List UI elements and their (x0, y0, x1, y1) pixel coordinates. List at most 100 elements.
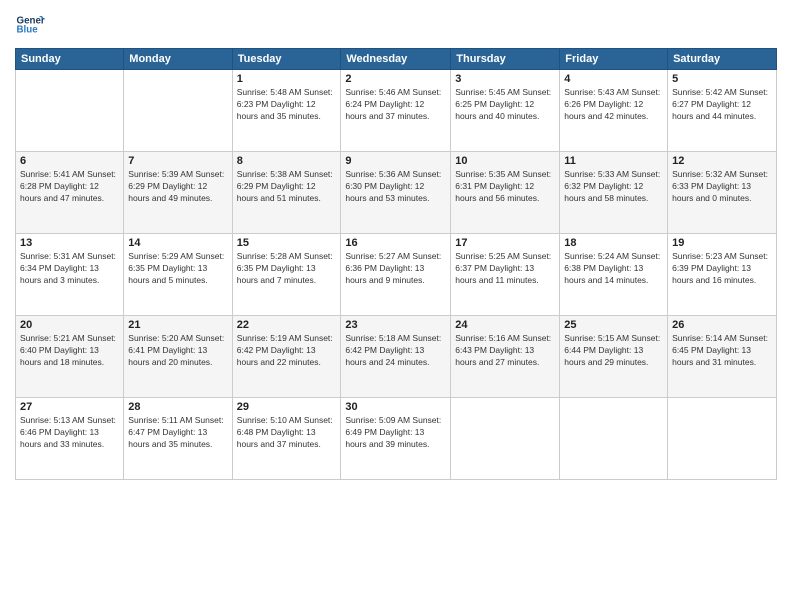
calendar-cell: 30 Sunrise: 5:09 AM Sunset: 6:49 PM Dayli… (341, 398, 451, 480)
logo-icon: General Blue (15, 10, 45, 40)
page: General Blue SundayMondayTuesdayWednesda… (0, 0, 792, 612)
calendar-cell: 15 Sunrise: 5:28 AM Sunset: 6:35 PM Dayli… (232, 234, 341, 316)
day-of-week-header: Monday (124, 49, 232, 70)
calendar-cell: 6Sunrise: 5:41 AM Sunset: 6:28 PM Daylig… (16, 152, 124, 234)
day-number: 2 (345, 73, 446, 85)
svg-text:Blue: Blue (17, 25, 39, 36)
day-info: Sunrise: 5:10 AM Sunset: 6:48 PM Dayligh… (237, 415, 337, 451)
calendar-cell: 13Sunrise: 5:31 AM Sunset: 6:34 PM Dayli… (16, 234, 124, 316)
day-number: 4 (564, 73, 663, 85)
calendar-cell (560, 398, 668, 480)
day-number: 21 (128, 319, 227, 331)
calendar-cell (124, 70, 232, 152)
day-number: 13 (20, 237, 119, 249)
day-info: Sunrise: 5:13 AM Sunset: 6:46 PM Dayligh… (20, 415, 119, 451)
calendar-cell: 29 Sunrise: 5:10 AM Sunset: 6:48 PM Dayli… (232, 398, 341, 480)
day-number: 9 (345, 155, 446, 167)
calendar-week-row: 13Sunrise: 5:31 AM Sunset: 6:34 PM Dayli… (16, 234, 777, 316)
calendar-cell: 23Sunrise: 5:18 AM Sunset: 6:42 PM Dayli… (341, 316, 451, 398)
calendar-cell (451, 398, 560, 480)
day-number: 28 (128, 401, 227, 413)
day-number: 30 (345, 401, 446, 413)
calendar-cell: 19 Sunrise: 5:23 AM Sunset: 6:39 PM Dayli… (668, 234, 777, 316)
day-of-week-header: Tuesday (232, 49, 341, 70)
day-info: Sunrise: 5:19 AM Sunset: 6:42 PM Dayligh… (237, 333, 337, 369)
calendar-cell: 21 Sunrise: 5:20 AM Sunset: 6:41 PM Dayli… (124, 316, 232, 398)
calendar-cell: 14Sunrise: 5:29 AM Sunset: 6:35 PM Dayli… (124, 234, 232, 316)
calendar-week-row: 20Sunrise: 5:21 AM Sunset: 6:40 PM Dayli… (16, 316, 777, 398)
day-info: Sunrise: 5:43 AM Sunset: 6:26 PM Dayligh… (564, 87, 663, 123)
day-number: 3 (455, 73, 555, 85)
day-number: 29 (237, 401, 337, 413)
header: General Blue (15, 10, 777, 40)
logo: General Blue (15, 10, 45, 40)
day-number: 17 (455, 237, 555, 249)
calendar-cell: 11 Sunrise: 5:33 AM Sunset: 6:32 PM Dayli… (560, 152, 668, 234)
day-info: Sunrise: 5:36 AM Sunset: 6:30 PM Dayligh… (345, 169, 446, 205)
day-number: 22 (237, 319, 337, 331)
calendar-cell: 16Sunrise: 5:27 AM Sunset: 6:36 PM Dayli… (341, 234, 451, 316)
calendar-cell: 7 Sunrise: 5:39 AM Sunset: 6:29 PM Daylig… (124, 152, 232, 234)
day-number: 18 (564, 237, 663, 249)
day-info: Sunrise: 5:33 AM Sunset: 6:32 PM Dayligh… (564, 169, 663, 205)
calendar-cell: 12 Sunrise: 5:32 AM Sunset: 6:33 PM Dayli… (668, 152, 777, 234)
day-number: 6 (20, 155, 119, 167)
day-info: Sunrise: 5:48 AM Sunset: 6:23 PM Dayligh… (237, 87, 337, 123)
day-info: Sunrise: 5:24 AM Sunset: 6:38 PM Dayligh… (564, 251, 663, 287)
day-info: Sunrise: 5:11 AM Sunset: 6:47 PM Dayligh… (128, 415, 227, 451)
calendar-cell: 25 Sunrise: 5:15 AM Sunset: 6:44 PM Dayli… (560, 316, 668, 398)
calendar-cell: 26 Sunrise: 5:14 AM Sunset: 6:45 PM Dayli… (668, 316, 777, 398)
calendar-header-row: SundayMondayTuesdayWednesdayThursdayFrid… (16, 49, 777, 70)
day-info: Sunrise: 5:09 AM Sunset: 6:49 PM Dayligh… (345, 415, 446, 451)
calendar-cell: 4 Sunrise: 5:43 AM Sunset: 6:26 PM Daylig… (560, 70, 668, 152)
calendar-cell: 20Sunrise: 5:21 AM Sunset: 6:40 PM Dayli… (16, 316, 124, 398)
day-number: 16 (345, 237, 446, 249)
day-info: Sunrise: 5:35 AM Sunset: 6:31 PM Dayligh… (455, 169, 555, 205)
day-number: 25 (564, 319, 663, 331)
day-info: Sunrise: 5:46 AM Sunset: 6:24 PM Dayligh… (345, 87, 446, 123)
calendar-cell: 22 Sunrise: 5:19 AM Sunset: 6:42 PM Dayli… (232, 316, 341, 398)
day-of-week-header: Friday (560, 49, 668, 70)
day-number: 7 (128, 155, 227, 167)
day-number: 11 (564, 155, 663, 167)
calendar-week-row: 27 Sunrise: 5:13 AM Sunset: 6:46 PM Dayli… (16, 398, 777, 480)
day-of-week-header: Saturday (668, 49, 777, 70)
calendar-cell: 3 Sunrise: 5:45 AM Sunset: 6:25 PM Daylig… (451, 70, 560, 152)
day-of-week-header: Wednesday (341, 49, 451, 70)
day-info: Sunrise: 5:42 AM Sunset: 6:27 PM Dayligh… (672, 87, 772, 123)
day-number: 14 (128, 237, 227, 249)
calendar-cell: 27 Sunrise: 5:13 AM Sunset: 6:46 PM Dayli… (16, 398, 124, 480)
calendar-table: SundayMondayTuesdayWednesdayThursdayFrid… (15, 48, 777, 480)
day-info: Sunrise: 5:23 AM Sunset: 6:39 PM Dayligh… (672, 251, 772, 287)
day-of-week-header: Sunday (16, 49, 124, 70)
calendar-cell (668, 398, 777, 480)
calendar-cell: 9 Sunrise: 5:36 AM Sunset: 6:30 PM Daylig… (341, 152, 451, 234)
day-number: 27 (20, 401, 119, 413)
day-of-week-header: Thursday (451, 49, 560, 70)
day-number: 15 (237, 237, 337, 249)
calendar-cell: 28 Sunrise: 5:11 AM Sunset: 6:47 PM Dayli… (124, 398, 232, 480)
day-info: Sunrise: 5:32 AM Sunset: 6:33 PM Dayligh… (672, 169, 772, 205)
calendar-cell (16, 70, 124, 152)
calendar-cell: 17Sunrise: 5:25 AM Sunset: 6:37 PM Dayli… (451, 234, 560, 316)
calendar-cell: 24 Sunrise: 5:16 AM Sunset: 6:43 PM Dayli… (451, 316, 560, 398)
day-info: Sunrise: 5:20 AM Sunset: 6:41 PM Dayligh… (128, 333, 227, 369)
day-info: Sunrise: 5:14 AM Sunset: 6:45 PM Dayligh… (672, 333, 772, 369)
day-info: Sunrise: 5:39 AM Sunset: 6:29 PM Dayligh… (128, 169, 227, 205)
day-number: 26 (672, 319, 772, 331)
calendar-cell: 1 Sunrise: 5:48 AM Sunset: 6:23 PM Daylig… (232, 70, 341, 152)
day-info: Sunrise: 5:38 AM Sunset: 6:29 PM Dayligh… (237, 169, 337, 205)
day-number: 12 (672, 155, 772, 167)
day-info: Sunrise: 5:45 AM Sunset: 6:25 PM Dayligh… (455, 87, 555, 123)
calendar-cell: 8Sunrise: 5:38 AM Sunset: 6:29 PM Daylig… (232, 152, 341, 234)
day-info: Sunrise: 5:15 AM Sunset: 6:44 PM Dayligh… (564, 333, 663, 369)
day-number: 24 (455, 319, 555, 331)
calendar-cell: 5Sunrise: 5:42 AM Sunset: 6:27 PM Daylig… (668, 70, 777, 152)
day-info: Sunrise: 5:16 AM Sunset: 6:43 PM Dayligh… (455, 333, 555, 369)
day-info: Sunrise: 5:28 AM Sunset: 6:35 PM Dayligh… (237, 251, 337, 287)
day-number: 1 (237, 73, 337, 85)
day-number: 19 (672, 237, 772, 249)
calendar-week-row: 1 Sunrise: 5:48 AM Sunset: 6:23 PM Daylig… (16, 70, 777, 152)
calendar-week-row: 6Sunrise: 5:41 AM Sunset: 6:28 PM Daylig… (16, 152, 777, 234)
calendar-cell: 10Sunrise: 5:35 AM Sunset: 6:31 PM Dayli… (451, 152, 560, 234)
